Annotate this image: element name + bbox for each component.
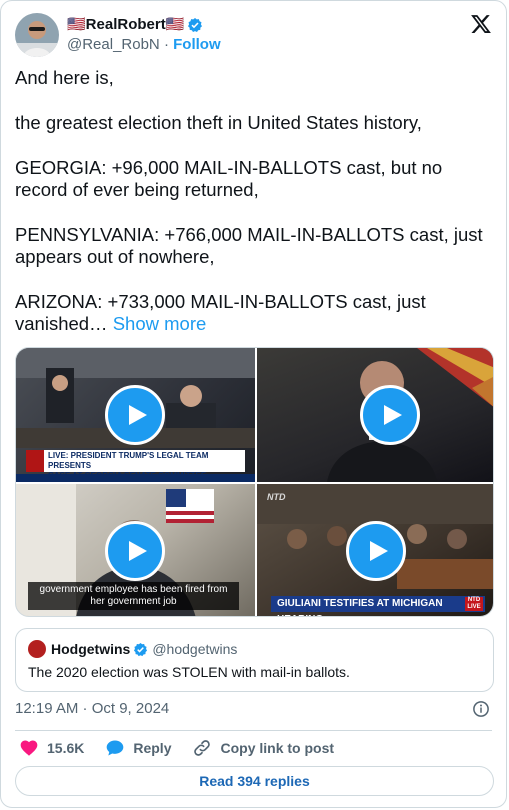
action-bar: 15.6K Reply Copy link to post [19, 738, 355, 758]
copy-link-button[interactable]: Copy link to post [192, 738, 334, 758]
heart-icon [20, 740, 38, 756]
play-icon [370, 541, 388, 561]
reply-bubble-icon [107, 740, 124, 756]
tweet-embed-card: 🇺🇸RealRobert🇺🇸 @Real_RobN · Follow And h… [0, 0, 507, 808]
video-thumbnail-3[interactable]: government employee has been fired from … [16, 484, 255, 616]
tweet-paragraph: And here is, [15, 67, 114, 88]
play-icon [129, 541, 147, 561]
play-icon [384, 405, 402, 425]
tweet-text: And here is, the greatest election theft… [15, 67, 493, 336]
like-button[interactable]: 15.6K [19, 738, 84, 758]
divider [15, 730, 492, 731]
ntd-live-badge: NTD LIVE [465, 597, 483, 611]
tweet-paragraph: GEORGIA: +96,000 MAIL-IN-BALLOTS cast, b… [15, 156, 448, 200]
tweet-paragraph: PENNSYLVANIA: +766,000 MAIL-IN-BALLOTS c… [15, 223, 488, 268]
author-block: 🇺🇸RealRobert🇺🇸 @Real_RobN · Follow [67, 16, 221, 55]
verified-badge-icon [188, 18, 203, 32]
lower-third-line-1: LIVE: PRESIDENT TRUMP'S LEGAL TEAM PRESE… [48, 451, 209, 470]
handle-separator: · [163, 36, 169, 53]
tweet-paragraph: the greatest election theft in United St… [15, 111, 422, 133]
play-button[interactable] [105, 521, 165, 581]
quoted-handle: @hodgetwins [152, 641, 238, 657]
verified-badge-icon [134, 642, 148, 656]
video-thumbnail-4[interactable]: NTD GIULIANI TESTIFIES AT MICHIGAN HEARI… [257, 484, 493, 616]
tweet-header: 🇺🇸RealRobert🇺🇸 @Real_RobN · Follow [15, 13, 492, 57]
video-thumbnail-2[interactable] [257, 348, 493, 482]
media-grid: LIVE: PRESIDENT TRUMP'S LEGAL TEAM PRESE… [15, 347, 494, 617]
quoted-tweet-text: The 2020 election was STOLEN with mail-i… [28, 664, 350, 680]
reply-label: Reply [133, 740, 172, 756]
play-button[interactable] [346, 521, 406, 581]
quoted-tweet[interactable]: Hodgetwins @hodgetwins The 2020 election… [15, 628, 494, 692]
play-button[interactable] [360, 385, 420, 445]
avatar[interactable] [15, 13, 59, 57]
link-icon [194, 740, 211, 756]
like-count: 15.6K [47, 740, 85, 756]
author-handle[interactable]: @Real_RobN [67, 36, 160, 53]
show-more-link[interactable]: Show more [113, 313, 207, 334]
quoted-avatar [28, 640, 46, 658]
x-logo-icon[interactable] [470, 13, 492, 35]
ntd-watermark: NTD [267, 492, 286, 502]
news-ticker [16, 474, 255, 482]
tweet-paragraph-text: ARIZONA: +733,000 MAIL-IN-BALLOTS cast, … [15, 291, 431, 335]
play-icon [129, 405, 147, 425]
author-display-name[interactable]: 🇺🇸RealRobert🇺🇸 [67, 16, 184, 34]
follow-button[interactable]: Follow [173, 36, 221, 53]
quoted-tweet-header: Hodgetwins @hodgetwins [28, 640, 237, 658]
read-replies-button[interactable]: Read 394 replies [15, 766, 494, 796]
play-button[interactable] [105, 385, 165, 445]
tweet-paragraph-last: ARIZONA: +733,000 MAIL-IN-BALLOTS cast, … [15, 291, 493, 336]
reply-button[interactable]: Reply [105, 738, 171, 758]
news-banner: GIULIANI TESTIFIES AT MICHIGAN HEARING N… [271, 596, 485, 616]
news-lower-third: LIVE: PRESIDENT TRUMP'S LEGAL TEAM PRESE… [26, 450, 245, 482]
tweet-timestamp[interactable]: 12:19 AM · Oct 9, 2024 [15, 699, 169, 719]
info-icon[interactable] [472, 700, 490, 718]
video-thumbnail-1[interactable]: LIVE: PRESIDENT TRUMP'S LEGAL TEAM PRESE… [16, 348, 255, 482]
quoted-display-name: Hodgetwins [51, 641, 131, 657]
copy-link-label: Copy link to post [220, 740, 335, 756]
video-caption: government employee has been fired from … [28, 582, 239, 610]
